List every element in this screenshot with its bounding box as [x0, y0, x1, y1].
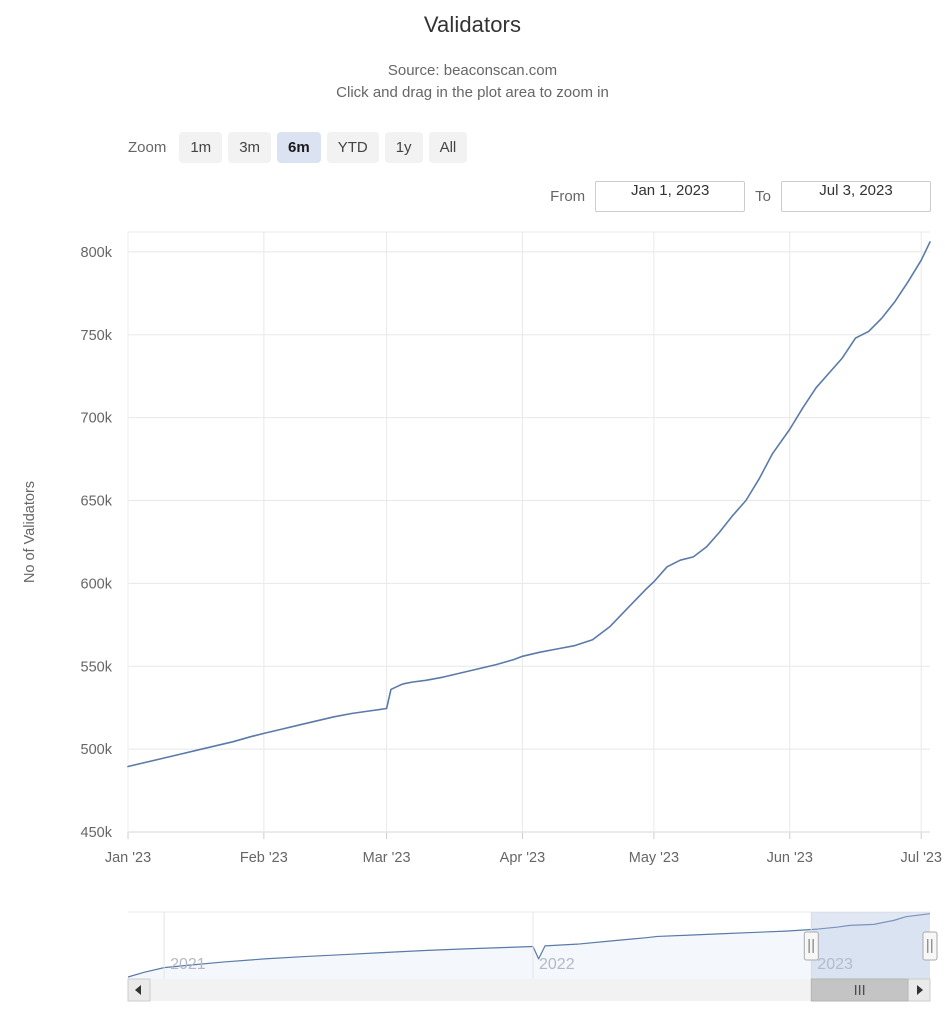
range-selector: Zoom 1m 3m 6m YTD 1y All	[128, 131, 473, 163]
x-axis-tick-label: Apr '23	[500, 850, 546, 866]
zoom-label: Zoom	[128, 138, 167, 156]
scroll-right-arrow-icon	[917, 985, 923, 995]
scrollbar-thumb[interactable]	[810, 978, 909, 1002]
to-date-input[interactable]: Jul 3, 2023	[781, 180, 931, 212]
y-axis-title: No of Validators	[22, 481, 38, 583]
navigator-handle-right[interactable]	[922, 931, 938, 961]
range-button-all[interactable]: All	[428, 131, 468, 163]
x-axis-tick-label: Feb '23	[240, 850, 288, 866]
y-axis-tick-label: 550k	[81, 659, 113, 675]
navigator-series-line	[127, 913, 931, 978]
subtitle-hint: Click and drag in the plot area to zoom …	[336, 84, 609, 101]
x-axis-tick-label: Mar '23	[363, 850, 411, 866]
y-axis-tick-label: 750k	[81, 328, 113, 344]
range-button-3m[interactable]: 3m	[228, 131, 272, 163]
navigator-selection-window[interactable]	[811, 912, 930, 979]
range-button-1y[interactable]: 1y	[384, 131, 423, 163]
page-title: Validators	[423, 12, 522, 37]
plot-background	[128, 232, 930, 832]
navigator-area-fill	[128, 913, 930, 979]
scrollbar-left-button[interactable]	[127, 978, 151, 1002]
subtitle-source: Source: beaconscan.com	[387, 62, 558, 79]
navigator-handle-left[interactable]	[803, 931, 819, 961]
range-button-ytd[interactable]: YTD	[326, 131, 379, 163]
to-label: To	[755, 187, 771, 205]
range-button-1m[interactable]: 1m	[179, 131, 223, 163]
scrollbar-right-button[interactable]	[907, 978, 931, 1002]
navigator-background	[128, 912, 930, 979]
date-range-inputs: From Jan 1, 2023 To Jul 3, 2023	[540, 180, 931, 212]
x-axis-tick-label: Jun '23	[767, 850, 813, 866]
x-axis-tick-label: Jul '23	[901, 850, 942, 866]
from-label: From	[550, 187, 586, 205]
scrollbar-track[interactable]	[128, 979, 930, 1001]
y-axis-tick-label: 450k	[81, 825, 113, 841]
scroll-left-arrow-icon	[135, 985, 141, 995]
series-line-validators	[127, 241, 931, 768]
from-date-input[interactable]: Jan 1, 2023	[595, 180, 746, 212]
y-axis-tick-label: 800k	[81, 245, 113, 261]
y-axis-tick-label: 500k	[81, 742, 113, 758]
chart-subtitle: Source: beaconscan.com Click and drag in…	[0, 60, 945, 104]
navigator-year-label: 2022	[539, 956, 575, 973]
y-axis-tick-label: 600k	[81, 576, 113, 592]
navigator-year-label: 2023	[817, 956, 853, 973]
y-axis-tick-label: 700k	[81, 411, 113, 427]
x-axis-tick-label: Jan '23	[105, 850, 151, 866]
y-axis-tick-label: 650k	[81, 494, 113, 510]
navigator-year-label: 2021	[170, 956, 206, 973]
range-button-6m[interactable]: 6m	[277, 131, 321, 163]
x-axis-tick-label: May '23	[629, 850, 679, 866]
